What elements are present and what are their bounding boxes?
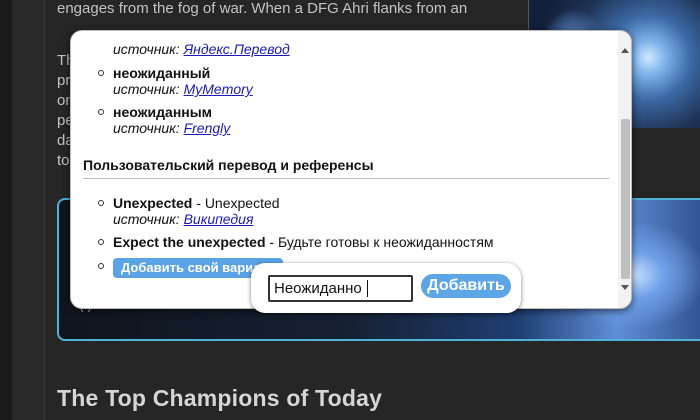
translation-term: неожиданный <box>113 65 211 81</box>
reference-term: Expect the unexpected <box>113 234 266 250</box>
scroll-down-arrow-icon[interactable] <box>621 285 629 290</box>
popup-scrollbar[interactable] <box>618 31 631 308</box>
user-translations-title: Пользовательский перевод и референсы <box>83 157 374 173</box>
reference-term: Unexpected <box>113 195 193 211</box>
translation-input[interactable] <box>268 275 413 302</box>
reference-separator: - <box>192 195 205 211</box>
bullet-icon <box>98 239 104 245</box>
article-paragraph: engages from the fog of war. When a DFG … <box>57 0 468 17</box>
bullet-icon <box>98 109 104 115</box>
scroll-up-arrow-icon[interactable] <box>621 48 629 53</box>
reference-separator: - <box>265 234 278 250</box>
translation-entry: неожиданным источник: Frengly <box>98 104 231 136</box>
source-label: источник: <box>113 120 180 136</box>
source-link-frengly[interactable]: Frengly <box>184 120 231 136</box>
reference-entry: Unexpected - Unexpected источник: Википе… <box>98 195 280 227</box>
section-heading: The Top Champions of Today <box>57 385 383 411</box>
scrollbar-thumb[interactable] <box>621 119 630 279</box>
bullet-icon <box>98 70 104 76</box>
section-divider <box>83 178 609 179</box>
source-label: источник: <box>113 211 180 227</box>
translation-term: неожиданным <box>113 104 213 120</box>
page-left-gutter <box>0 0 12 420</box>
add-button[interactable]: Добавить <box>421 274 511 298</box>
source-label: источник: <box>113 81 180 97</box>
add-translation-box: Добавить <box>251 263 521 313</box>
bullet-icon <box>98 200 104 206</box>
reference-translation: Unexpected <box>204 195 280 211</box>
reference-translation: Будьте готовы к неожиданностям <box>277 234 494 250</box>
source-link-yandex[interactable]: Яндекс.Перевод <box>184 41 290 57</box>
source-label: источник: <box>113 41 180 57</box>
translation-entry: неожиданный источник: MyMemory <box>98 65 253 97</box>
bullet-icon <box>98 263 104 269</box>
translation-entry: источник: Яндекс.Перевод <box>113 41 290 57</box>
source-link-wikipedia[interactable]: Википедия <box>184 211 254 227</box>
reference-entry: Expect the unexpected - Будьте готовы к … <box>98 234 494 250</box>
source-link-mymemory[interactable]: MyMemory <box>184 81 253 97</box>
page-sidebar-strip <box>12 0 45 420</box>
text-caret <box>367 280 368 297</box>
